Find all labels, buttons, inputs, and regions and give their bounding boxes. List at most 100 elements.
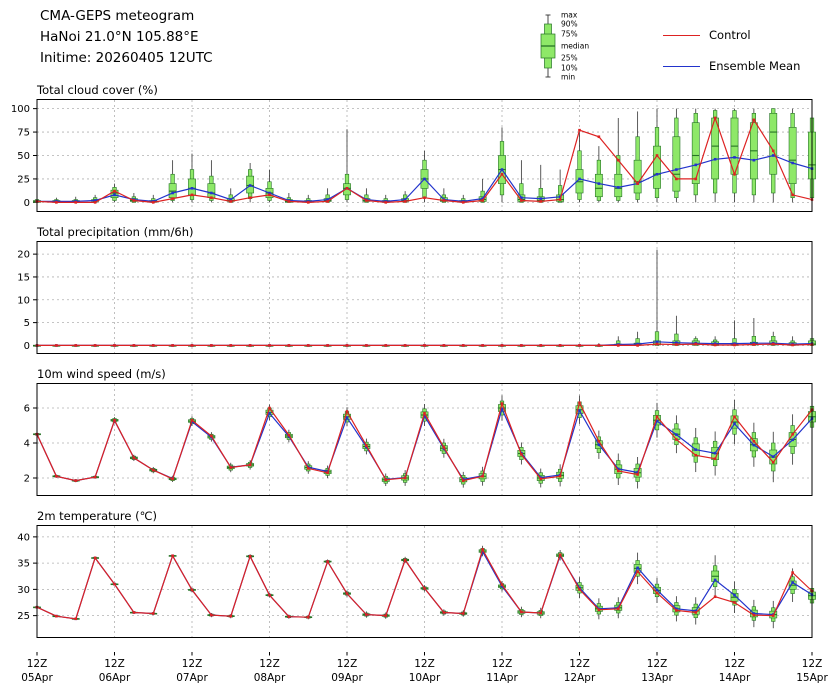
control-line-marker <box>171 554 174 557</box>
control-line-marker <box>443 199 446 202</box>
control-line-marker <box>288 200 291 203</box>
control-line-marker <box>636 182 639 185</box>
svg-text:12Apr: 12Apr <box>564 672 596 684</box>
control-line-marker <box>249 344 252 347</box>
control-line-marker <box>520 199 523 202</box>
control-line-marker <box>578 401 581 404</box>
ensemble-mean-line-marker <box>578 409 581 412</box>
legend-item-ensemble-mean: Ensemble Mean <box>663 59 800 73</box>
control-line-marker <box>113 344 116 347</box>
control-line-marker <box>152 612 155 615</box>
cloud-cover-chart: 0255075100 <box>2 99 837 212</box>
control-line-marker <box>113 190 116 193</box>
control-line-marker <box>520 611 523 614</box>
ensemble-mean-line-marker <box>539 197 542 200</box>
control-line-marker <box>171 197 174 200</box>
control-line-marker <box>598 135 601 138</box>
control-line-marker <box>404 200 407 203</box>
control-line-marker <box>365 444 368 447</box>
control-line-swatch <box>663 35 700 36</box>
control-line-marker <box>171 478 174 481</box>
ensemble-mean-line-marker <box>171 192 174 195</box>
chart-location: HaNoi 21.0°N 105.88°E <box>40 27 213 48</box>
control-line-marker <box>675 609 678 612</box>
panel-temperature: 2m temperature (℃) 25303540 <box>2 510 837 638</box>
control-line-marker <box>288 344 291 347</box>
ensemble-mean-line-marker <box>791 439 794 442</box>
legend-ensemble-mean-label: Ensemble Mean <box>709 59 800 73</box>
control-line-marker <box>714 595 717 598</box>
control-line-marker <box>268 594 271 597</box>
control-line-marker <box>346 410 349 413</box>
svg-text:6: 6 <box>24 404 30 415</box>
control-line-marker <box>326 200 329 203</box>
control-line-marker <box>772 614 775 617</box>
control-line-marker <box>94 344 97 347</box>
control-line-marker <box>501 344 504 347</box>
control-line-marker <box>307 344 310 347</box>
control-line-marker <box>94 201 97 204</box>
control-line-marker <box>598 440 601 443</box>
control-line-marker <box>733 601 736 604</box>
control-line-marker <box>152 344 155 347</box>
control-line-marker <box>210 196 213 199</box>
control-line-marker <box>152 201 155 204</box>
ensemble-mean-line-marker <box>753 444 756 447</box>
box-25-75 <box>653 146 660 188</box>
control-line-marker <box>443 446 446 449</box>
control-line-marker <box>501 402 504 405</box>
panel-title-temperature: 2m temperature (℃) <box>37 510 837 523</box>
control-line-marker <box>113 419 116 422</box>
control-line-marker <box>636 570 639 573</box>
control-line-marker <box>791 194 794 197</box>
control-line-marker <box>229 344 232 347</box>
control-line-marker <box>481 344 484 347</box>
control-line-marker <box>462 201 465 204</box>
control-line-marker <box>384 344 387 347</box>
control-line-marker <box>772 343 775 346</box>
svg-text:06Apr: 06Apr <box>99 672 131 684</box>
box-25-75 <box>789 127 796 183</box>
svg-text:median: median <box>561 42 589 51</box>
control-line-marker <box>191 344 194 347</box>
control-line-marker <box>268 344 271 347</box>
control-line-marker <box>481 548 484 551</box>
control-line-marker <box>462 344 465 347</box>
control-line-marker <box>539 344 542 347</box>
control-line-marker <box>210 435 213 438</box>
control-line-marker <box>326 344 329 347</box>
wind-speed-chart: 246 <box>2 383 837 496</box>
control-line-marker <box>55 475 58 478</box>
control-line-marker <box>656 592 659 595</box>
svg-text:2: 2 <box>24 474 30 485</box>
control-line-marker <box>656 415 659 418</box>
svg-text:10: 10 <box>17 295 30 306</box>
svg-text:0: 0 <box>24 198 30 209</box>
control-line-marker <box>365 613 368 616</box>
control-line-marker <box>74 617 77 620</box>
control-line-marker <box>443 611 446 614</box>
control-line-marker <box>617 159 620 162</box>
svg-text:max: max <box>561 11 578 20</box>
svg-text:05Apr: 05Apr <box>21 672 53 684</box>
control-line-marker <box>94 557 97 560</box>
control-line-marker <box>520 344 523 347</box>
svg-text:12Z: 12Z <box>182 658 203 670</box>
control-line-marker <box>753 440 756 443</box>
svg-text:35: 35 <box>17 559 30 570</box>
control-line-marker <box>791 344 794 347</box>
box-25-75 <box>208 184 215 198</box>
control-line-marker <box>675 438 678 441</box>
ensemble-mean-line-marker <box>714 452 717 455</box>
ensemble-mean-line-marker <box>617 186 620 189</box>
control-line-marker <box>539 612 542 615</box>
ensemble-mean-line-marker <box>501 168 504 171</box>
temperature-chart: 25303540 <box>2 525 837 638</box>
svg-text:12Z: 12Z <box>492 658 513 670</box>
box-25-75 <box>692 123 699 184</box>
x-axis-labels: 12Z05Apr12Z06Apr12Z07Apr12Z08Apr12Z09Apr… <box>2 652 837 686</box>
ensemble-mean-line-marker <box>598 182 601 185</box>
control-line-marker <box>791 433 794 436</box>
control-line-marker <box>656 154 659 157</box>
control-line-marker <box>423 196 426 199</box>
